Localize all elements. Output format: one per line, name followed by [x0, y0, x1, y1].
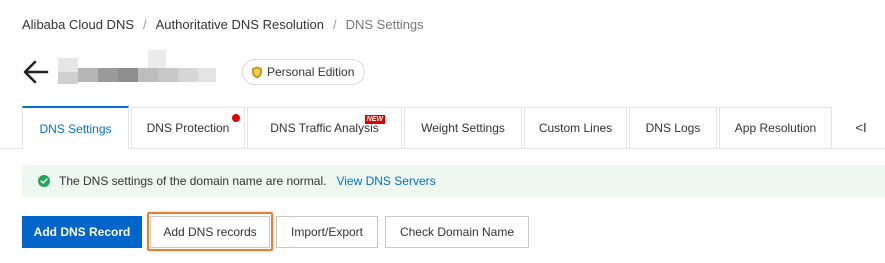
tab-label: DNS Traffic Analysis: [270, 121, 379, 135]
tab-weight-settings[interactable]: Weight Settings: [404, 107, 522, 148]
tab-bar-baseline: [0, 148, 885, 149]
tab-dns-settings[interactable]: DNS Settings: [22, 106, 129, 149]
breadcrumb-item-dns-settings: DNS Settings: [345, 16, 424, 32]
tab-label: DNS Protection: [146, 121, 230, 135]
tab-label: Weight Settings: [421, 121, 505, 135]
tab-dns-logs[interactable]: DNS Logs: [629, 107, 717, 148]
edition-badge-label: Personal Edition: [267, 65, 355, 79]
tab-custom-lines[interactable]: Custom Lines: [524, 107, 627, 148]
breadcrumb: Alibaba Cloud DNS / Authoritative DNS Re…: [22, 14, 424, 34]
domain-name-redacted: [58, 50, 253, 92]
back-button[interactable]: [22, 56, 50, 88]
tab-label: DNS Settings: [39, 121, 112, 136]
add-dns-records-button[interactable]: Add DNS records: [150, 216, 270, 248]
breadcrumb-separator: /: [333, 16, 337, 32]
shield-icon: [251, 66, 263, 79]
tab-scroll-button[interactable]: <I: [846, 107, 876, 148]
tab-label: App Resolution: [734, 121, 817, 135]
tab-app-resolution[interactable]: App Resolution: [719, 107, 832, 148]
view-dns-servers-link[interactable]: View DNS Servers: [336, 174, 435, 188]
tab-dns-traffic-analysis[interactable]: DNS Traffic Analysis NEW: [247, 107, 402, 148]
breadcrumb-item-alibaba-cloud-dns[interactable]: Alibaba Cloud DNS: [22, 17, 134, 32]
breadcrumb-separator: /: [143, 16, 147, 32]
tab-label: Custom Lines: [538, 121, 613, 135]
arrow-left-icon: [23, 60, 49, 84]
alert-message: The DNS settings of the domain name are …: [59, 174, 327, 188]
notification-dot: [232, 114, 240, 122]
add-dns-record-button[interactable]: Add DNS Record: [22, 216, 142, 248]
tab-bar: DNS Settings DNS Protection DNS Traffic …: [0, 106, 885, 149]
dns-status-alert: The DNS settings of the domain name are …: [22, 165, 885, 197]
check-domain-name-button[interactable]: Check Domain Name: [385, 216, 529, 248]
tab-label: DNS Logs: [645, 121, 701, 135]
page-header: Personal Edition: [22, 50, 622, 92]
edition-badge: Personal Edition: [242, 59, 366, 85]
import-export-button[interactable]: Import/Export: [276, 216, 378, 248]
new-tag: NEW: [364, 115, 385, 124]
breadcrumb-item-authoritative-dns[interactable]: Authoritative DNS Resolution: [156, 17, 324, 32]
check-circle-icon: [38, 175, 50, 187]
tab-dns-protection[interactable]: DNS Protection: [131, 107, 245, 148]
